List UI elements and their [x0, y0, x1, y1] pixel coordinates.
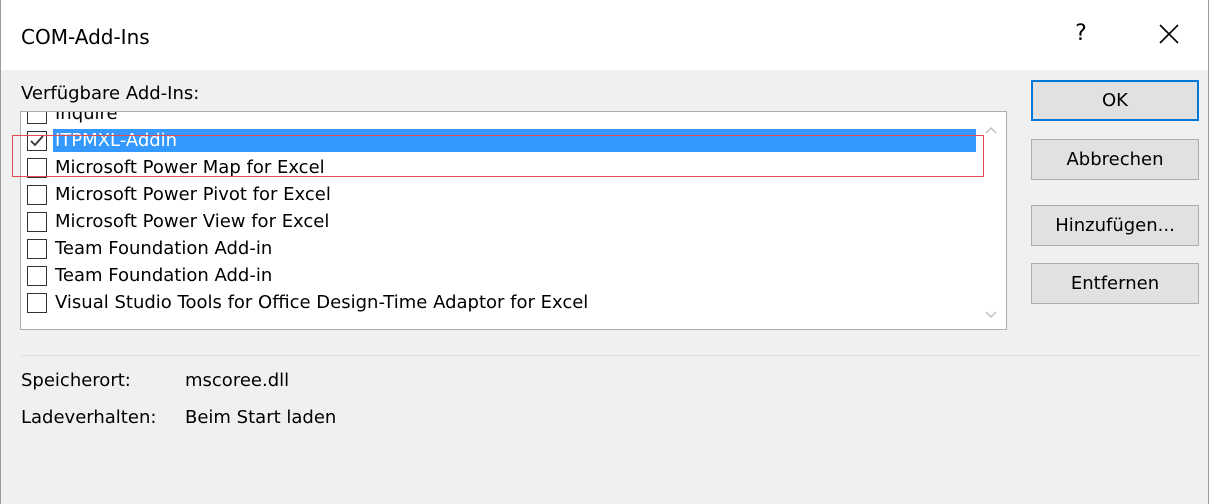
cancel-button[interactable]: Abbrechen [1031, 139, 1199, 180]
scroll-up-icon[interactable] [983, 122, 999, 138]
help-button[interactable]: ? [1067, 18, 1095, 50]
checkmark-icon [30, 134, 44, 146]
scrollbar[interactable] [976, 112, 1006, 329]
addin-checkbox[interactable] [27, 238, 47, 259]
ok-button[interactable]: OK [1031, 80, 1199, 121]
addin-checkbox[interactable] [27, 265, 47, 286]
add-button[interactable]: Hinzufügen... [1031, 205, 1199, 246]
location-label: Speicherort: [21, 370, 131, 391]
addin-row[interactable]: Microsoft Power View for Excel [21, 208, 977, 235]
com-addins-dialog: COM-Add-Ins ? Verfügbare Add-Ins: Inquir… [0, 0, 1209, 504]
addin-row[interactable]: Team Foundation Add-in [21, 262, 977, 289]
addin-row[interactable]: Microsoft Power Map for Excel [21, 154, 977, 181]
addin-checkbox[interactable] [27, 292, 47, 313]
addin-row[interactable]: ITPMXL-Addin [21, 127, 977, 154]
addin-row[interactable]: Visual Studio Tools for Office Design-Ti… [21, 289, 977, 316]
addin-label: Team Foundation Add-in [55, 265, 273, 286]
load-behavior-value: Beim Start laden [185, 407, 337, 428]
addin-label: Team Foundation Add-in [55, 238, 273, 259]
addin-label: Microsoft Power Map for Excel [55, 157, 325, 178]
close-icon [1159, 24, 1179, 44]
addin-checkbox[interactable] [27, 211, 47, 232]
remove-button[interactable]: Entfernen [1031, 263, 1199, 304]
addin-row[interactable]: Inquire [21, 111, 977, 127]
addin-label: Visual Studio Tools for Office Design-Ti… [55, 292, 589, 313]
addin-label: Inquire [55, 111, 118, 124]
addin-row[interactable]: Microsoft Power Pivot for Excel [21, 181, 977, 208]
available-addins-label: Verfügbare Add-Ins: [21, 83, 200, 104]
title-bar: COM-Add-Ins ? [1, 0, 1208, 70]
addin-label: Microsoft Power View for Excel [55, 211, 330, 232]
close-button[interactable] [1149, 14, 1189, 54]
addin-label: ITPMXL-Addin [53, 129, 977, 152]
divider [21, 355, 1201, 356]
addin-checkbox[interactable] [27, 157, 47, 178]
location-value: mscoree.dll [185, 370, 290, 391]
addin-label: Microsoft Power Pivot for Excel [55, 184, 331, 205]
scroll-down-icon[interactable] [983, 307, 999, 323]
window-title: COM-Add-Ins [21, 25, 150, 49]
addin-checkbox[interactable] [27, 112, 47, 124]
addin-checkbox[interactable] [27, 184, 47, 205]
addins-listbox[interactable]: Inquire ITPMXL-Addin Microsoft Power Map f… [20, 111, 1007, 330]
load-behavior-label: Ladeverhalten: [21, 407, 157, 428]
addin-row[interactable]: Team Foundation Add-in [21, 235, 977, 262]
addin-checkbox[interactable] [27, 130, 47, 151]
addins-list: Inquire ITPMXL-Addin Microsoft Power Map f… [21, 112, 977, 316]
